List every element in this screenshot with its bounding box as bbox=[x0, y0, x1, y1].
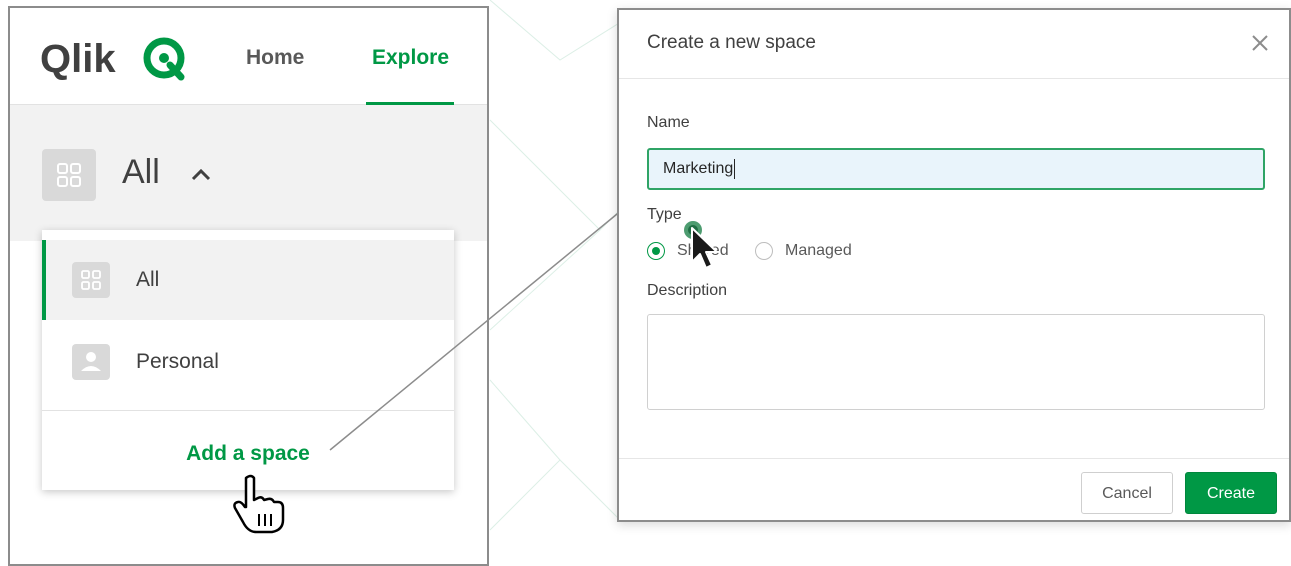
menu-item-all[interactable]: All bbox=[42, 240, 454, 320]
current-space-label: All bbox=[122, 153, 160, 191]
grid-icon bbox=[42, 149, 96, 201]
menu-divider bbox=[42, 410, 454, 411]
chevron-up-icon[interactable] bbox=[190, 165, 212, 183]
dialog-footer-divider bbox=[619, 458, 1289, 459]
radio-button[interactable] bbox=[755, 242, 773, 260]
create-button[interactable]: Create bbox=[1185, 472, 1277, 514]
menu-item-personal[interactable]: Personal bbox=[42, 322, 454, 402]
cancel-button[interactable]: Cancel bbox=[1081, 472, 1173, 514]
description-textarea[interactable] bbox=[647, 314, 1265, 410]
radio-button-checked[interactable] bbox=[647, 242, 665, 260]
grid-icon bbox=[72, 262, 110, 298]
close-icon[interactable] bbox=[1247, 30, 1273, 56]
space-selector[interactable]: All bbox=[10, 105, 487, 241]
hub-panel: Qlik Home Explore All All Personal Add a… bbox=[8, 6, 489, 566]
add-space-link[interactable]: Add a space bbox=[42, 442, 454, 466]
space-dropdown-menu: All Personal Add a space bbox=[42, 230, 454, 490]
radio-label: Managed bbox=[785, 242, 852, 259]
arrow-cursor-icon bbox=[684, 221, 718, 269]
qlik-logo[interactable]: Qlik bbox=[40, 34, 190, 82]
name-input[interactable]: Marketing bbox=[647, 148, 1265, 190]
dialog-title: Create a new space bbox=[647, 32, 816, 53]
text-caret bbox=[734, 158, 736, 179]
tab-explore[interactable]: Explore bbox=[372, 46, 449, 70]
tab-home[interactable]: Home bbox=[246, 46, 304, 70]
description-label: Description bbox=[647, 282, 728, 299]
name-label: Name bbox=[647, 114, 690, 131]
person-icon bbox=[72, 344, 110, 380]
menu-item-label: All bbox=[136, 268, 160, 291]
hand-pointer-cursor-icon bbox=[233, 474, 285, 534]
top-navigation: Qlik Home Explore bbox=[10, 8, 487, 106]
name-input-value: Marketing bbox=[663, 160, 734, 177]
dialog-header: Create a new space bbox=[619, 10, 1289, 79]
svg-text:Qlik: Qlik bbox=[40, 37, 116, 81]
radio-managed[interactable]: Managed bbox=[755, 240, 875, 264]
type-label: Type bbox=[647, 206, 682, 223]
menu-item-label: Personal bbox=[136, 350, 219, 373]
